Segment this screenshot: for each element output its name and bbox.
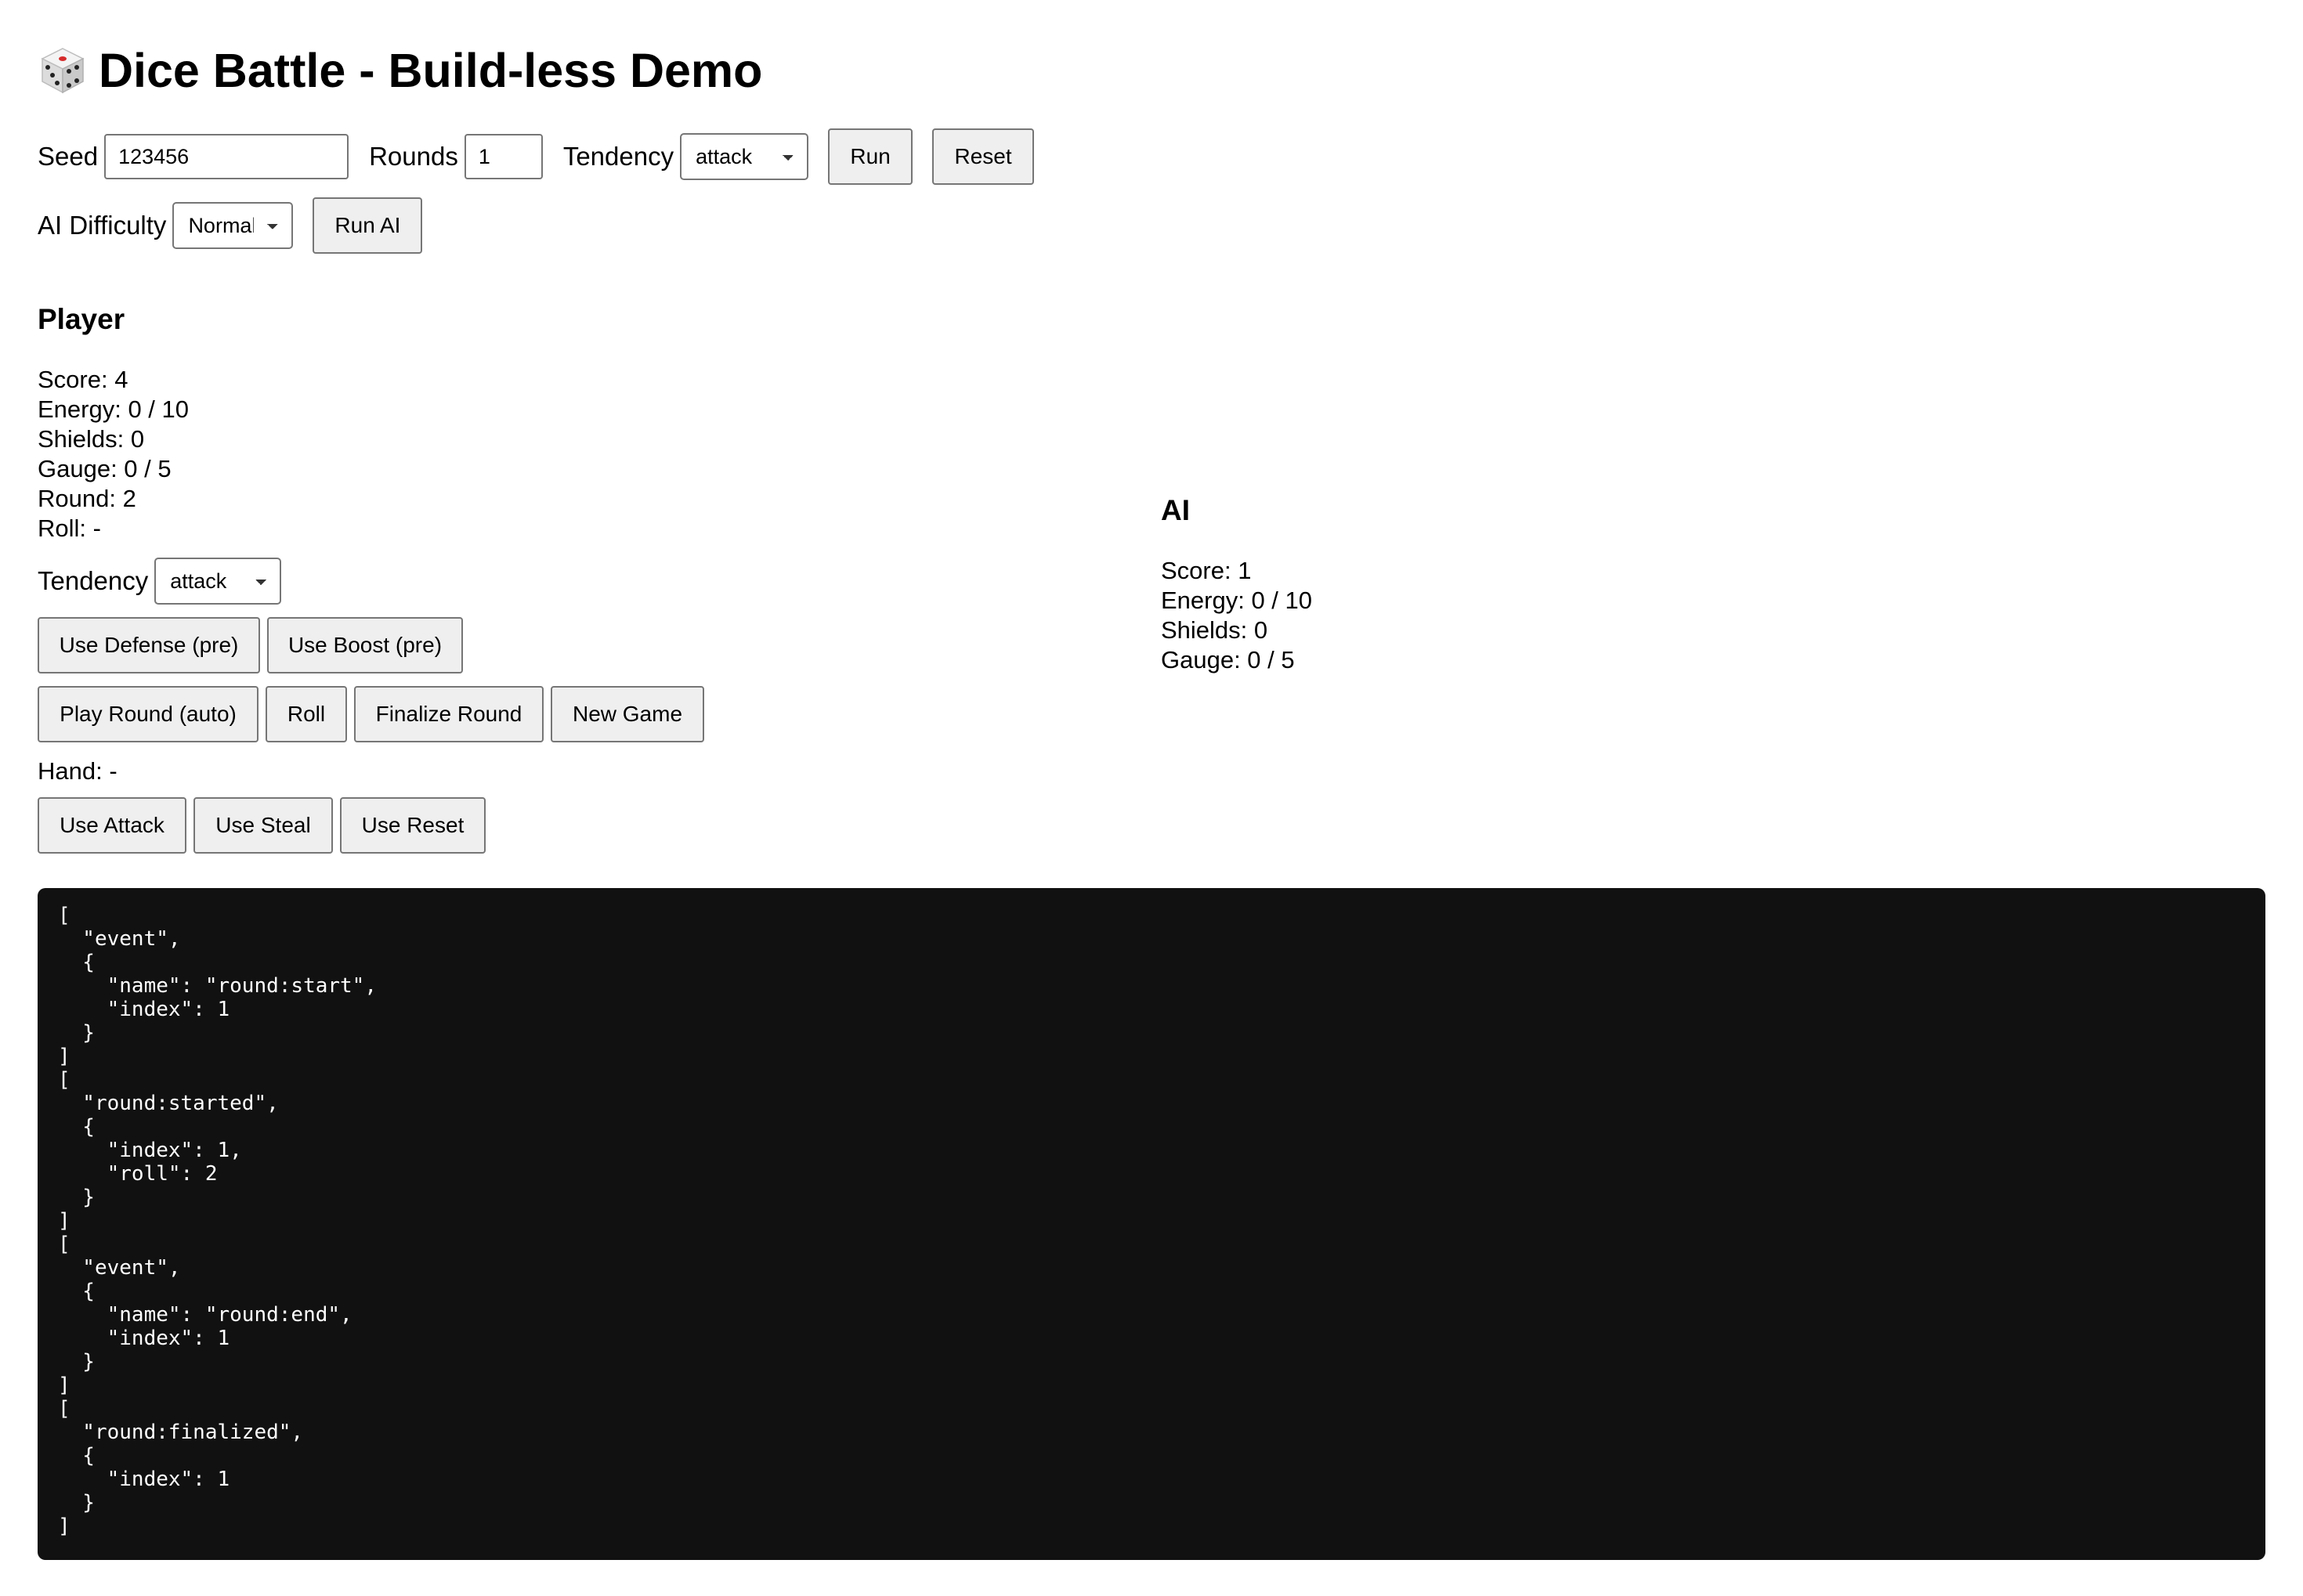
tendency-select[interactable]: attack xyxy=(680,133,809,180)
ai-shields: Shields: 0 xyxy=(1161,616,1268,644)
ai-heading: AI xyxy=(1161,494,1190,526)
card-buttons: Use Attack Use Steal Use Reset xyxy=(38,797,486,854)
ai-energy: Energy: 0 / 10 xyxy=(1161,587,1313,614)
event-log: [ "event", { "name": "round:start", "ind… xyxy=(38,888,2265,1560)
page-title-text: Dice Battle - Build-less Demo xyxy=(99,44,763,97)
round-buttons: Play Round (auto) Roll Finalize Round Ne… xyxy=(38,686,704,742)
use-steal-button[interactable]: Use Steal xyxy=(193,797,333,854)
player-hand: Hand: - xyxy=(38,757,118,785)
player-score: Score: 4 xyxy=(38,366,128,393)
use-defense-button[interactable]: Use Defense (pre) xyxy=(38,617,260,673)
player-round: Round: 2 xyxy=(38,485,136,512)
run-ai-button[interactable]: Run AI xyxy=(313,197,423,254)
use-attack-button[interactable]: Use Attack xyxy=(38,797,186,854)
finalize-round-button[interactable]: Finalize Round xyxy=(354,686,544,742)
ai-difficulty-label: AI Difficulty xyxy=(38,211,167,240)
pre-action-buttons: Use Defense (pre) Use Boost (pre) xyxy=(38,617,463,673)
player-roll: Roll: - xyxy=(38,515,101,542)
roll-button[interactable]: Roll xyxy=(266,686,347,742)
dice-icon xyxy=(41,48,85,94)
player-energy: Energy: 0 / 10 xyxy=(38,395,190,423)
player-stats: Score: 4 Energy: 0 / 10 Shields: 0 Gauge… xyxy=(38,365,189,543)
run-controls: Seed Rounds Tendency attack Run Reset xyxy=(38,128,1035,185)
player-tendency-row: Tendency attack xyxy=(38,558,282,605)
ai-score: Score: 1 xyxy=(1161,557,1252,584)
seed-label: Seed xyxy=(38,142,99,171)
player-shields: Shields: 0 xyxy=(38,425,145,453)
seed-input[interactable] xyxy=(104,134,349,179)
ai-gauge: Gauge: 0 / 5 xyxy=(1161,646,1295,673)
use-boost-button[interactable]: Use Boost (pre) xyxy=(267,617,463,673)
ai-stats: Score: 1 Energy: 0 / 10 Shields: 0 Gauge… xyxy=(1161,556,1312,675)
rounds-input[interactable] xyxy=(464,134,543,179)
reset-button[interactable]: Reset xyxy=(932,128,1035,185)
new-game-button[interactable]: New Game xyxy=(551,686,704,742)
ai-controls: AI Difficulty Normal Run AI xyxy=(38,197,423,254)
play-round-button[interactable]: Play Round (auto) xyxy=(38,686,258,742)
player-heading: Player xyxy=(38,303,125,335)
player-tendency-select[interactable]: attack xyxy=(154,558,282,605)
rounds-label: Rounds xyxy=(369,142,458,171)
page-title: Dice Battle - Build-less Demo xyxy=(38,41,762,100)
player-gauge: Gauge: 0 / 5 xyxy=(38,455,172,482)
use-reset-button[interactable]: Use Reset xyxy=(340,797,486,854)
player-tendency-label: Tendency xyxy=(38,566,149,595)
ai-difficulty-select[interactable]: Normal xyxy=(172,202,294,249)
run-button[interactable]: Run xyxy=(828,128,913,185)
tendency-label: Tendency xyxy=(562,142,674,171)
